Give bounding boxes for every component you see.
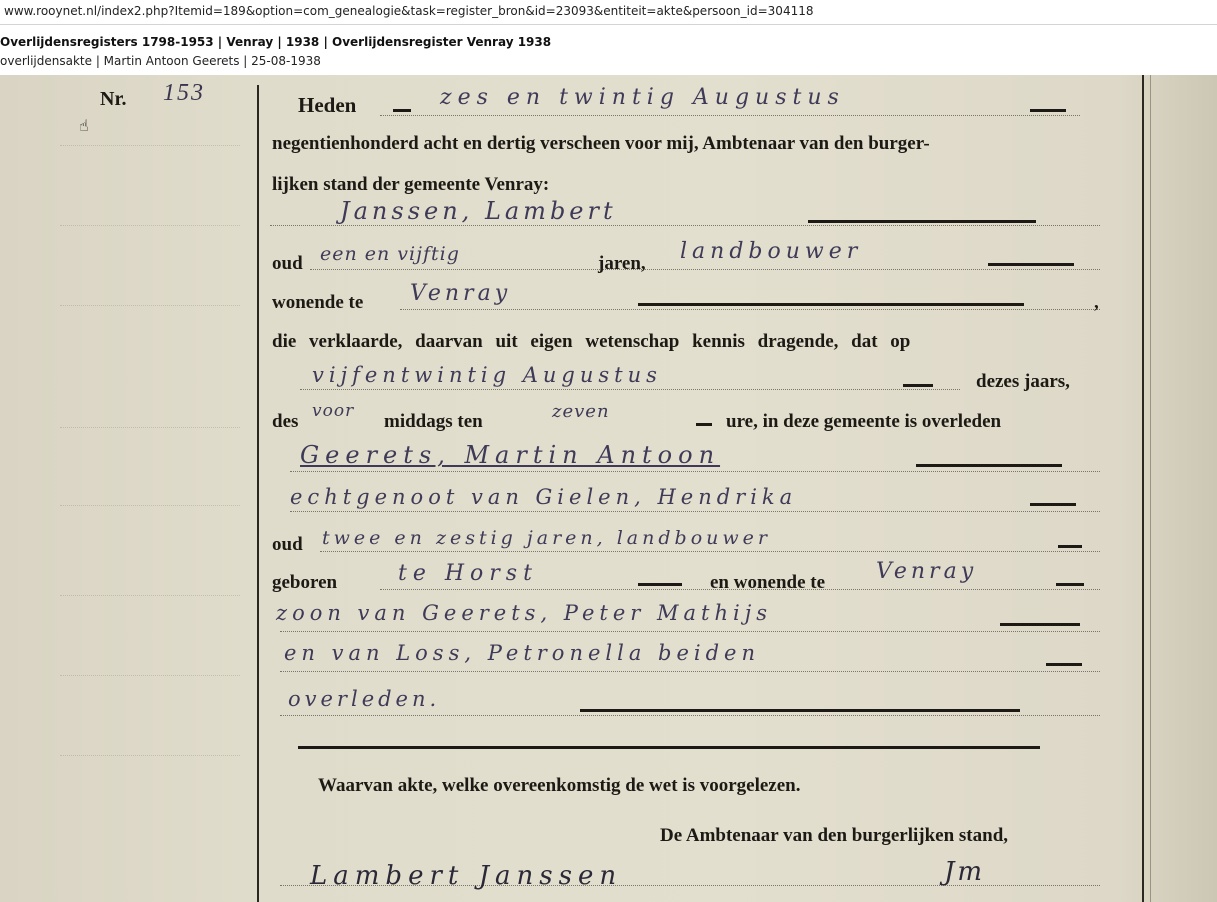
printed-verklaarde: die verklaarde, daarvan uit eigen wetens…	[272, 331, 911, 352]
printed-heden: Heden	[298, 93, 357, 117]
address-bar[interactable]: www.rooynet.nl/index2.php?Itemid=189&opt…	[0, 0, 1217, 25]
handwritten-date: zes en twintig Augustus	[440, 85, 845, 110]
printed-ure-overleden: ure, in deze gemeente is overleden	[726, 411, 1002, 432]
handwritten-spouse: echtgenoot van Gielen, Hendrika	[290, 485, 798, 509]
printed-en-wonende-te: en wonende te	[710, 572, 826, 593]
handwritten-declarant: Janssen, Lambert	[340, 197, 617, 225]
printed-line-2: negentienhonderd acht en dertig verschee…	[272, 133, 930, 154]
printed-dezes-jaars: dezes jaars,	[976, 371, 1070, 392]
printed-wonende-te-1: wonende te	[272, 292, 364, 313]
page-header: Overlijdensregisters 1798-1953 | Venray …	[0, 25, 1217, 75]
handwritten-deceased: Geerets, Martin Antoon	[300, 441, 721, 469]
printed-waarvan-akte: Waarvan akte, welke overeenkomstig de we…	[318, 775, 801, 796]
signature-official: Jm	[944, 857, 986, 887]
printed-line-3: lijken stand der gemeente Venray:	[272, 174, 550, 195]
page-subtitle: overlijdensakte | Martin Antoon Geerets …	[0, 54, 321, 68]
printed-middags-ten: middags ten	[384, 411, 483, 432]
handwritten-daypart: voor	[312, 401, 355, 421]
hand-cursor-icon: ☝	[79, 116, 89, 135]
handwritten-age-2: twee en zestig jaren, landbouwer	[322, 527, 771, 549]
handwritten-father: zoon van Geerets, Peter Mathijs	[276, 601, 772, 625]
printed-des: des	[272, 411, 299, 432]
document-scan: Nr. 153 ☝ Heden zes en twintig Augustus …	[0, 75, 1217, 902]
printed-ambtenaar: De Ambtenaar van den burgerlijken stand,	[660, 825, 1009, 846]
handwritten-birthplace: te Horst	[398, 561, 538, 586]
handwritten-mother: en van Loss, Petronella beiden	[284, 641, 761, 665]
margin-rule-right	[1142, 75, 1144, 902]
printed-oud-1: oud	[272, 253, 303, 274]
handwritten-residence-1: Venray	[410, 281, 512, 306]
page-title: Overlijdensregisters 1798-1953 | Venray …	[0, 35, 552, 49]
printed-jaren-1: jaren,	[598, 253, 646, 274]
record-number-value: 153	[163, 80, 205, 106]
handwritten-residence-2: Venray	[876, 559, 978, 584]
printed-geboren: geboren	[272, 572, 338, 593]
handwritten-date-death: vijfentwintig Augustus	[312, 363, 662, 387]
margin-rule-left	[257, 85, 259, 902]
handwritten-status: overleden.	[288, 687, 441, 711]
handwritten-hour: zeven	[552, 401, 610, 422]
handwritten-occupation-1: landbouwer	[680, 239, 863, 264]
page-edge	[1150, 75, 1151, 902]
printed-oud-2: oud	[272, 534, 303, 555]
printed-comma: ,	[1094, 292, 1099, 313]
handwritten-age-1: een en vijftig	[320, 243, 460, 265]
url-text[interactable]: www.rooynet.nl/index2.php?Itemid=189&opt…	[4, 4, 813, 18]
signature-declarant: Lambert Janssen	[310, 861, 623, 891]
record-number-label: Nr.	[100, 88, 127, 110]
